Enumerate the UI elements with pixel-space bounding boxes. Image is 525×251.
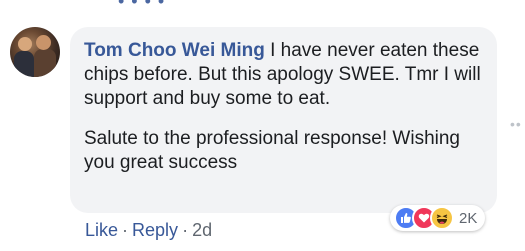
comment-bubble: Tom Choo Wei Ming I have never eaten the… — [70, 27, 497, 213]
reactions-summary[interactable]: 2K — [390, 205, 486, 231]
avatar-figure-head — [36, 35, 51, 50]
comment-paragraph: Tom Choo Wei Ming I have never eaten the… — [84, 39, 483, 111]
comment-author-name[interactable]: Tom Choo Wei Ming — [84, 40, 265, 61]
comment-screen: • • • • Tom Choo Wei Ming I have never e… — [0, 0, 525, 251]
avatar-figure-body — [14, 51, 34, 77]
avatar[interactable] — [10, 27, 60, 77]
avatar-figure-body — [34, 49, 56, 77]
previous-content-cut: • • • • — [118, 0, 166, 11]
avatar-figure-head — [18, 37, 32, 51]
separator-dot: · — [182, 220, 189, 240]
reply-link[interactable]: Reply — [132, 220, 178, 240]
comment-timestamp[interactable]: 2d — [192, 220, 212, 240]
reaction-count: 2K — [459, 209, 478, 227]
like-link[interactable]: Like — [85, 220, 118, 240]
separator-dot: · — [122, 220, 129, 240]
more-options-icon[interactable]: •• — [510, 116, 522, 132]
comment-actions: Like · Reply · 2d — [85, 219, 212, 241]
haha-icon — [430, 206, 454, 230]
comment-paragraph-2: Salute to the professional response! Wis… — [84, 128, 460, 173]
